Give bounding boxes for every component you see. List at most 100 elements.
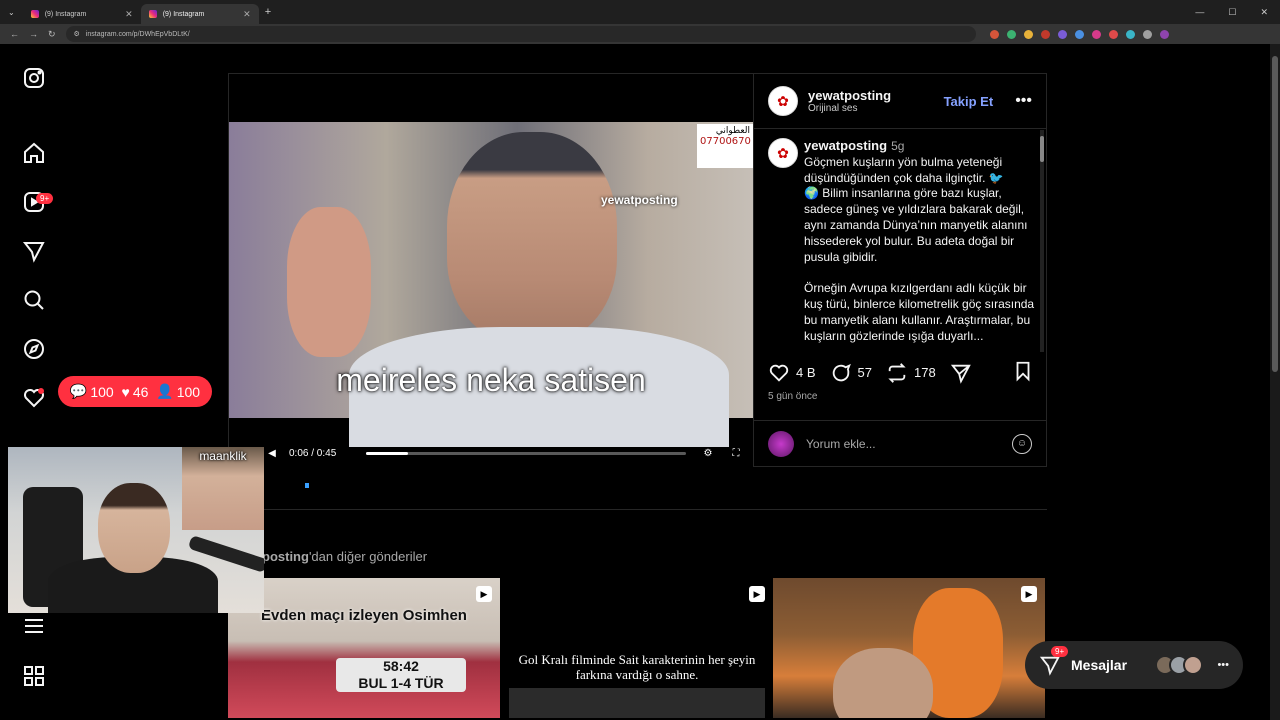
extension-icon[interactable] xyxy=(1023,29,1033,39)
video-progress-bar[interactable] xyxy=(366,452,686,455)
more-apps-icon[interactable] xyxy=(22,664,46,688)
follow-button[interactable]: Takip Et xyxy=(944,94,994,109)
notifications-heart-icon[interactable] xyxy=(22,386,46,410)
person-icon: 👤 xyxy=(156,383,174,399)
repost-count: 178 xyxy=(913,365,936,380)
instagram-logo-icon[interactable] xyxy=(22,66,46,90)
caption-username[interactable]: yewatposting xyxy=(804,138,887,153)
back-icon[interactable]: ← xyxy=(10,29,19,40)
post-sidebar: ✿ yewatposting Orijinal ses Takip Et •••… xyxy=(753,74,1046,466)
more-post-thumbnail[interactable]: ▶ Gol Kralı filminde Sait karakterinin h… xyxy=(501,578,773,718)
instagram-favicon-icon xyxy=(148,10,157,18)
extension-icon[interactable] xyxy=(1125,29,1135,39)
post-modal: العطواني 07700670 yewatposting meireles … xyxy=(228,73,1047,468)
extensions-bar xyxy=(989,29,1169,39)
audio-label[interactable]: Orijinal ses xyxy=(808,103,891,114)
more-options-icon[interactable]: ••• xyxy=(1015,92,1032,110)
repost-icon xyxy=(888,362,906,383)
caption-age: 5g xyxy=(891,139,905,153)
browser-tab-1[interactable]: (9) Instagram ✕ xyxy=(23,4,141,24)
home-icon[interactable] xyxy=(22,141,46,165)
avatar xyxy=(768,430,794,457)
avatar[interactable]: ✿ xyxy=(768,138,798,168)
mouse-cursor-icon xyxy=(305,483,309,488)
share-icon xyxy=(950,364,971,384)
explore-icon[interactable] xyxy=(22,337,46,361)
message-avatars xyxy=(1155,655,1204,675)
heart-icon: ♥ xyxy=(121,383,130,400)
scoreboard: 58:42 BUL 1-4 TÜR xyxy=(336,658,466,692)
extension-icon[interactable] xyxy=(1142,29,1152,39)
like-action[interactable]: 4 B xyxy=(768,362,816,384)
direct-messages-icon: 9+ xyxy=(1039,646,1069,676)
extension-icon[interactable] xyxy=(1091,29,1101,39)
tab-menu-icon[interactable]: ⌄ xyxy=(0,8,23,17)
reload-icon[interactable]: ↻ xyxy=(48,29,56,40)
caption-paragraph: Göçmen kuşların yön bulma yeteneği düşün… xyxy=(804,154,1004,185)
close-window-icon[interactable]: ✕ xyxy=(1260,7,1268,18)
extension-icon[interactable] xyxy=(1006,29,1016,39)
site-info-icon[interactable]: ⚙ xyxy=(74,30,80,38)
avatar[interactable]: ✿ xyxy=(768,86,798,116)
messages-label: Mesajlar xyxy=(1071,657,1128,673)
comment-input[interactable]: Yorum ekle... xyxy=(806,437,876,451)
forward-icon[interactable]: → xyxy=(29,29,38,40)
share-action[interactable] xyxy=(950,362,972,384)
messages-badge: 9+ xyxy=(1051,646,1069,657)
profile-avatar-icon[interactable] xyxy=(1159,29,1169,39)
new-tab-icon[interactable]: + xyxy=(259,6,277,18)
repost-action[interactable]: 178 xyxy=(886,362,936,384)
browser-tab-2[interactable]: (9) Instagram ✕ xyxy=(140,4,259,24)
thumbnail-image-strip xyxy=(509,688,765,718)
extension-icon[interactable] xyxy=(1040,29,1050,39)
fullscreen-icon[interactable]: ⛶ xyxy=(729,448,743,459)
thumbnail-caption: Gol Kralı filminde Sait karakterinin her… xyxy=(518,652,756,682)
post-actions: 4 B 57 178 xyxy=(768,360,1034,385)
more-post-thumbnail[interactable]: ▶ xyxy=(773,578,1045,718)
more-post-thumbnail[interactable]: ▶ Evden maçı izleyen Osimhen 58:42 BUL 1… xyxy=(228,578,500,718)
browser-tab-bar: ⌄ (9) Instagram ✕ (9) Instagram ✕ + — ☐ … xyxy=(0,0,1280,24)
post-username[interactable]: yewatposting xyxy=(808,88,891,103)
tab-title: (9) Instagram xyxy=(44,10,87,18)
save-action[interactable] xyxy=(1012,360,1034,385)
direct-messages-icon[interactable] xyxy=(22,239,46,263)
comment-count: 57 xyxy=(857,365,872,380)
second-webcam: maanklik xyxy=(182,447,264,530)
caption-scrollbar[interactable] xyxy=(1040,130,1044,352)
volume-icon[interactable]: ◀ xyxy=(265,448,279,459)
tab-title: (9) Instagram xyxy=(162,10,205,18)
caption-paragraph: 🌍 Bilim insanlarına göre bazı kuşlar, sa… xyxy=(804,186,1028,264)
menu-icon[interactable] xyxy=(22,614,46,638)
page-scrollbar[interactable] xyxy=(1270,44,1280,720)
messages-bar[interactable]: 9+ Mesajlar ••• xyxy=(1025,641,1243,689)
notifications-badge: 9+ xyxy=(36,193,54,204)
url-field[interactable]: ⚙ instagram.com/p/DWhEpVbDLtK/ xyxy=(65,26,976,42)
activity-notification-pill[interactable]: 💬 100 ♥ 46 👤 100 xyxy=(58,376,212,407)
video-watermark: yewatposting xyxy=(601,193,678,207)
settings-icon[interactable]: ⚙ xyxy=(701,448,715,459)
follow-count: 👤 100 xyxy=(156,383,201,400)
maximize-icon[interactable]: ☐ xyxy=(1228,7,1236,18)
extension-icon[interactable] xyxy=(989,29,999,39)
reel-icon: ▶ xyxy=(476,586,492,602)
bookmark-icon xyxy=(1016,361,1030,382)
like-count: 4 B xyxy=(796,365,816,380)
post-caption: ✿ yewatposting 5g Göçmen kuşların yön bul… xyxy=(768,138,1036,350)
minimize-icon[interactable]: — xyxy=(1195,7,1204,18)
close-tab-icon[interactable]: ✕ xyxy=(125,9,133,20)
extension-icon[interactable] xyxy=(1108,29,1118,39)
instagram-favicon-icon xyxy=(30,10,39,18)
url-text: instagram.com/p/DWhEpVbDLtK/ xyxy=(85,30,190,38)
extension-icon[interactable] xyxy=(1057,29,1067,39)
video-face-shape xyxy=(447,132,617,342)
more-options-icon[interactable]: ••• xyxy=(1217,659,1229,671)
video-frame[interactable]: العطواني 07700670 yewatposting meireles … xyxy=(229,122,753,459)
comment-action[interactable]: 57 xyxy=(830,362,872,384)
video-player[interactable]: العطواني 07700670 yewatposting meireles … xyxy=(229,74,753,468)
comment-bar: Yorum ekle... ☺ xyxy=(754,420,1046,466)
extension-icon[interactable] xyxy=(1074,29,1084,39)
caption-paragraph: Örneğin Avrupa kızılgerdanı adlı küçük b… xyxy=(804,281,1035,343)
close-tab-icon[interactable]: ✕ xyxy=(243,9,251,20)
search-icon[interactable] xyxy=(22,288,46,312)
emoji-icon[interactable]: ☺ xyxy=(1012,433,1032,454)
